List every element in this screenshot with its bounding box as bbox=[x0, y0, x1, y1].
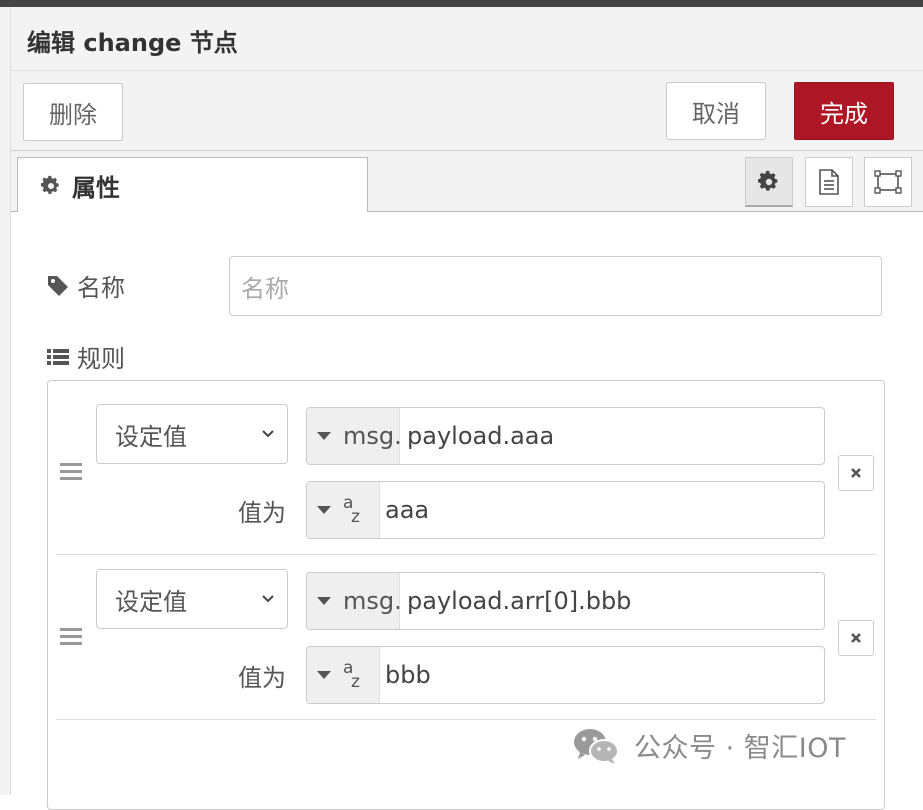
value-label: 值为 bbox=[238, 499, 286, 527]
rule-action-select[interactable]: 设定值 bbox=[96, 404, 288, 464]
delete-button[interactable]: 删除 bbox=[23, 83, 123, 141]
target-type-button[interactable]: msg. bbox=[307, 573, 402, 629]
chevron-down-icon bbox=[262, 595, 274, 603]
value-label: 值为 bbox=[238, 664, 286, 692]
value-text: bbb bbox=[385, 661, 431, 689]
rules-label-text: 规则 bbox=[77, 345, 125, 373]
close-icon bbox=[851, 468, 861, 478]
caret-down-icon bbox=[317, 597, 331, 605]
frame-icon bbox=[874, 170, 902, 194]
node-settings-tab-button[interactable] bbox=[745, 157, 793, 207]
chevron-down-icon bbox=[262, 430, 274, 438]
caret-down-icon bbox=[317, 432, 331, 440]
rule-target-input[interactable]: msg. payload.aaa bbox=[306, 407, 825, 465]
rule-value-input[interactable]: az aaa bbox=[306, 481, 825, 539]
name-label: 名称 bbox=[47, 268, 125, 303]
target-type-label: msg. bbox=[343, 422, 402, 450]
close-icon bbox=[851, 633, 861, 643]
remove-rule-button[interactable] bbox=[838, 455, 874, 491]
left-edge bbox=[0, 7, 11, 795]
target-type-button[interactable]: msg. bbox=[307, 408, 402, 464]
done-button[interactable]: 完成 bbox=[794, 82, 894, 140]
drag-handle-icon[interactable] bbox=[60, 463, 82, 484]
wechat-icon bbox=[574, 728, 619, 764]
caret-down-icon bbox=[317, 671, 331, 679]
string-type-icon: az bbox=[343, 493, 360, 527]
string-type-icon: az bbox=[343, 658, 360, 692]
top-border bbox=[0, 0, 923, 7]
watermark: 公众号 · 智汇IOT bbox=[572, 726, 846, 765]
value-type-button[interactable]: az bbox=[307, 647, 380, 703]
rule-action-value: 设定值 bbox=[115, 587, 187, 616]
tab-properties-label: 属性 bbox=[72, 174, 120, 202]
appearance-tab-button[interactable] bbox=[864, 157, 912, 207]
name-label-text: 名称 bbox=[77, 274, 125, 302]
description-tab-button[interactable] bbox=[805, 157, 853, 207]
rule-value-input[interactable]: az bbb bbox=[306, 646, 825, 704]
drag-handle-icon[interactable] bbox=[60, 628, 82, 649]
properties-panel: 名称 名称 规则 设定值 msg. payload.aaa 值为 a z aaa… bbox=[11, 212, 923, 810]
cancel-button[interactable]: 取消 bbox=[666, 82, 766, 140]
rules-label: 规则 bbox=[47, 339, 125, 374]
dialog-titlebar: 编辑 change 节点 bbox=[11, 7, 923, 71]
rule-action-value: 设定值 bbox=[115, 422, 187, 451]
rule-row: 设定值 msg. payload.arr[0].bbb 值为 az bbb bbox=[48, 546, 884, 711]
rule-target-input[interactable]: msg. payload.arr[0].bbb bbox=[306, 572, 825, 630]
dialog-title: 编辑 change 节点 bbox=[27, 29, 238, 57]
target-type-label: msg. bbox=[343, 587, 402, 615]
rule-divider bbox=[56, 719, 876, 720]
tab-properties[interactable]: 属性 bbox=[17, 157, 368, 213]
caret-down-icon bbox=[317, 506, 331, 514]
gear-icon bbox=[40, 175, 59, 194]
tag-icon bbox=[48, 275, 68, 296]
value-type-button[interactable]: az bbox=[307, 482, 380, 538]
list-icon bbox=[47, 348, 69, 365]
document-icon bbox=[819, 169, 839, 195]
name-input[interactable]: 名称 bbox=[229, 256, 882, 316]
rule-row: 设定值 msg. payload.aaa 值为 az aaa bbox=[48, 381, 884, 546]
target-value: payload.arr[0].bbb bbox=[407, 587, 632, 615]
value-text: aaa bbox=[385, 496, 430, 524]
gear-icon bbox=[758, 170, 778, 191]
watermark-text: 公众号 · 智汇IOT bbox=[634, 733, 846, 764]
target-value: payload.aaa bbox=[407, 422, 555, 450]
remove-rule-button[interactable] bbox=[838, 620, 874, 656]
dialog-toolbar: 删除 取消 完成 bbox=[11, 71, 923, 151]
tab-bar: 属性 bbox=[11, 151, 923, 213]
rule-action-select[interactable]: 设定值 bbox=[96, 569, 288, 629]
